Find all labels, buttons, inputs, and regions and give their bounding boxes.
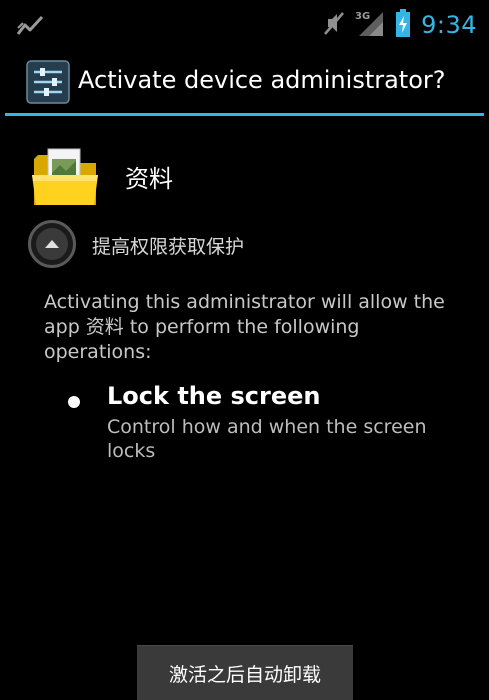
expand-row[interactable]: 提高权限获取保护	[28, 218, 468, 270]
activate-button[interactable]: 激活之后自动卸载	[137, 645, 353, 700]
expand-button[interactable]	[28, 220, 76, 268]
policy-title: Lock the screen	[107, 382, 321, 410]
page-title: Activate device administrator?	[78, 66, 446, 94]
chevron-up-icon	[44, 235, 60, 254]
app-name: 资料	[125, 165, 173, 193]
clock: 9:34	[421, 11, 477, 39]
app-row: 资料	[30, 145, 470, 209]
status-bar: 3G 9:34	[0, 0, 489, 50]
policy-description: Control how and when the screen locks	[107, 416, 427, 462]
description-text: Activating this administrator will allow…	[44, 291, 445, 363]
screen: 3G 9:34 Activate device administrator? 资…	[0, 0, 489, 700]
folder-icon	[30, 145, 102, 209]
expand-label: 提高权限获取保护	[92, 236, 245, 258]
svg-text:3G: 3G	[355, 11, 370, 22]
signal-icon: 3G	[355, 8, 385, 42]
settings-sliders-icon	[26, 60, 70, 104]
mute-icon	[323, 10, 345, 40]
activity-icon	[16, 14, 44, 40]
title-bar: Activate device administrator?	[0, 56, 489, 116]
battery-charging-icon	[395, 9, 411, 41]
bullet-icon	[68, 396, 80, 408]
title-divider	[5, 113, 484, 116]
